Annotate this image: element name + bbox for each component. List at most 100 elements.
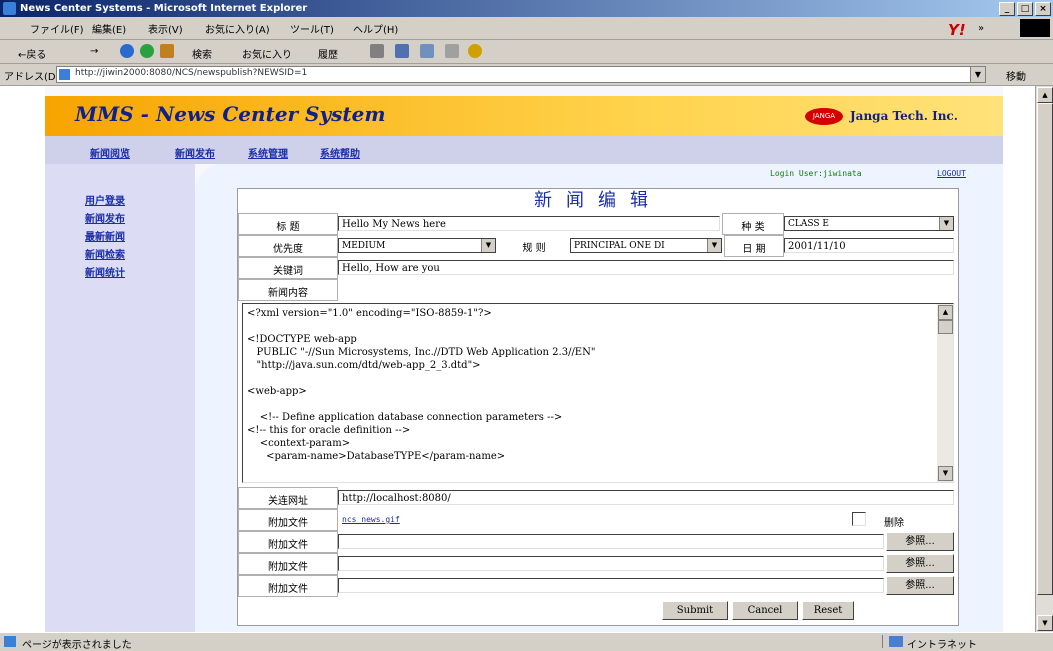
logout-link[interactable]: LOGOUT: [937, 169, 966, 178]
chevron-icon[interactable]: »: [978, 23, 984, 34]
favorites-button[interactable]: お気に入り: [242, 46, 292, 61]
url-input[interactable]: http://localhost:8080/: [338, 490, 954, 505]
attachment-label: 附加文件: [268, 584, 308, 595]
history-button[interactable]: 履歴: [318, 46, 338, 61]
print-icon[interactable]: [395, 44, 409, 58]
content-textarea[interactable]: <?xml version="1.0" encoding="ISO-8859-1…: [242, 303, 954, 483]
site-title: MMS - News Center System: [75, 102, 386, 126]
menu-edit[interactable]: 編集(E): [92, 21, 126, 36]
attachment-label: 附加文件: [268, 562, 308, 573]
menu-help[interactable]: ヘルプ(H): [353, 21, 398, 36]
address-dropdown[interactable]: ▼: [970, 67, 985, 82]
content-label: 新闻内容: [268, 288, 308, 299]
menu-tools[interactable]: ツール(T): [290, 21, 334, 36]
attachment-label: 附加文件: [268, 540, 308, 551]
maximize-button[interactable]: □: [1017, 2, 1033, 16]
security-zone: イントラネット: [882, 635, 1051, 651]
mail-icon[interactable]: [370, 44, 384, 58]
content-text[interactable]: <?xml version="1.0" encoding="ISO-8859-1…: [243, 304, 953, 466]
menu-view[interactable]: 表示(V): [148, 21, 183, 36]
priority-label: 优先度: [273, 244, 303, 255]
toolbar: ←戻る → 検索 お気に入り 履歴: [0, 40, 1053, 64]
priority-value: MEDIUM: [342, 241, 386, 251]
nav-system-admin[interactable]: 系统管理: [248, 145, 288, 160]
delete-label: 删除: [884, 518, 904, 529]
web-page: MMS - News Center System JANGA Janga Tec…: [45, 86, 1003, 632]
attachment-file-input[interactable]: [338, 534, 884, 549]
sidebar-item-stats[interactable]: 新闻统计: [85, 264, 125, 279]
date-label: 日 期: [742, 244, 766, 255]
scroll-down-icon[interactable]: ▼: [1037, 615, 1053, 631]
site-header: MMS - News Center System JANGA Janga Tec…: [45, 96, 1003, 136]
attachment-file-input[interactable]: [338, 578, 884, 593]
menu-favorites[interactable]: お気に入り(A): [205, 21, 270, 36]
home-icon[interactable]: [160, 44, 174, 58]
window-scrollbar[interactable]: ▲ ▼: [1035, 86, 1053, 632]
sidebar-item-latest[interactable]: 最新新闻: [85, 228, 125, 243]
go-button[interactable]: 移動: [1006, 68, 1026, 83]
rule-select[interactable]: PRINCIPAL ONE DI ▼: [570, 238, 722, 253]
title-input[interactable]: Hello My News here: [338, 216, 720, 231]
date-label-cell: 日 期: [724, 235, 784, 257]
menu-file[interactable]: ファイル(F): [30, 21, 84, 36]
forward-button[interactable]: →: [90, 46, 98, 57]
delete-checkbox[interactable]: [852, 512, 866, 526]
content-label-cell: 新闻内容: [238, 279, 338, 301]
browser-viewport: MMS - News Center System JANGA Janga Tec…: [0, 86, 1035, 632]
top-nav: 新闻阅览 新闻发布 系统管理 系统帮助: [45, 136, 1003, 164]
windows-logo-icon: [1020, 19, 1050, 37]
company-name: Janga Tech. Inc.: [850, 109, 958, 123]
minimize-button[interactable]: _: [999, 2, 1015, 16]
date-input[interactable]: 2001/11/10: [784, 238, 954, 253]
sidebar-item-login[interactable]: 用户登录: [85, 192, 125, 207]
attachment-file-link[interactable]: ncs_news.gif: [342, 515, 400, 524]
cancel-button[interactable]: Cancel: [732, 601, 798, 620]
address-url[interactable]: http://jiwin2000:8080/NCS/newspublish?NE…: [75, 68, 307, 78]
scroll-down-icon[interactable]: ▼: [938, 466, 953, 481]
chevron-down-icon: ▼: [939, 217, 953, 230]
browse-button[interactable]: 参照...: [886, 576, 954, 595]
nav-system-help[interactable]: 系统帮助: [320, 145, 360, 160]
search-button[interactable]: 検索: [192, 46, 212, 61]
category-select[interactable]: CLASS E ▼: [784, 216, 954, 231]
close-button[interactable]: ×: [1035, 2, 1051, 16]
discuss-icon[interactable]: [445, 44, 459, 58]
login-user: Login User:jiwinata: [770, 169, 862, 178]
janga-logo-icon: JANGA: [805, 108, 843, 125]
priority-select[interactable]: MEDIUM ▼: [338, 238, 496, 253]
back-button[interactable]: ←戻る: [18, 46, 46, 61]
refresh-icon[interactable]: [140, 44, 154, 58]
menubar: ファイル(F) 編集(E) 表示(V) お気に入り(A) ツール(T) ヘルプ(…: [0, 17, 1053, 40]
browse-button[interactable]: 参照...: [886, 532, 954, 551]
scroll-up-icon[interactable]: ▲: [938, 305, 953, 320]
sidebar: 用户登录 新闻发布 最新新闻 新闻检索 新闻统计: [45, 164, 195, 632]
attachment-file-input[interactable]: [338, 556, 884, 571]
messenger-icon[interactable]: [468, 44, 482, 58]
window-title: News Center Systems - Microsoft Internet…: [20, 3, 308, 14]
sidebar-item-publish[interactable]: 新闻发布: [85, 210, 125, 225]
ie-icon: [3, 2, 16, 15]
scroll-thumb[interactable]: [1037, 103, 1053, 595]
stop-icon[interactable]: [120, 44, 134, 58]
keyword-input[interactable]: Hello, How are you: [338, 260, 954, 275]
attachment-label-cell: 附加文件: [238, 531, 338, 553]
nav-news-read[interactable]: 新闻阅览: [90, 145, 130, 160]
browse-button[interactable]: 参照...: [886, 554, 954, 573]
attachment-label-cell: 附加文件: [238, 553, 338, 575]
nav-news-publish[interactable]: 新闻发布: [175, 145, 215, 160]
chevron-down-icon: ▼: [707, 239, 721, 252]
edit-icon[interactable]: [420, 44, 434, 58]
address-bar: アドレス(D) http://jiwin2000:8080/NCS/newspu…: [0, 64, 1053, 86]
scroll-up-icon[interactable]: ▲: [1037, 87, 1053, 103]
title-label-cell: 标 题: [238, 213, 338, 235]
reset-button[interactable]: Reset: [802, 601, 854, 620]
scroll-thumb[interactable]: [938, 320, 953, 334]
textarea-scrollbar[interactable]: ▲ ▼: [937, 304, 953, 482]
sidebar-item-search[interactable]: 新闻检索: [85, 246, 125, 261]
keyword-label: 关键词: [273, 266, 303, 277]
submit-button[interactable]: Submit: [662, 601, 728, 620]
main-content: Login User:jiwinata LOGOUT 新闻编辑 标 题 Hell…: [195, 164, 1003, 632]
yahoo-icon[interactable]: Y!: [948, 21, 966, 39]
address-input[interactable]: http://jiwin2000:8080/NCS/newspublish?NE…: [56, 66, 986, 83]
attachment-label-cell: 附加文件: [238, 509, 338, 531]
